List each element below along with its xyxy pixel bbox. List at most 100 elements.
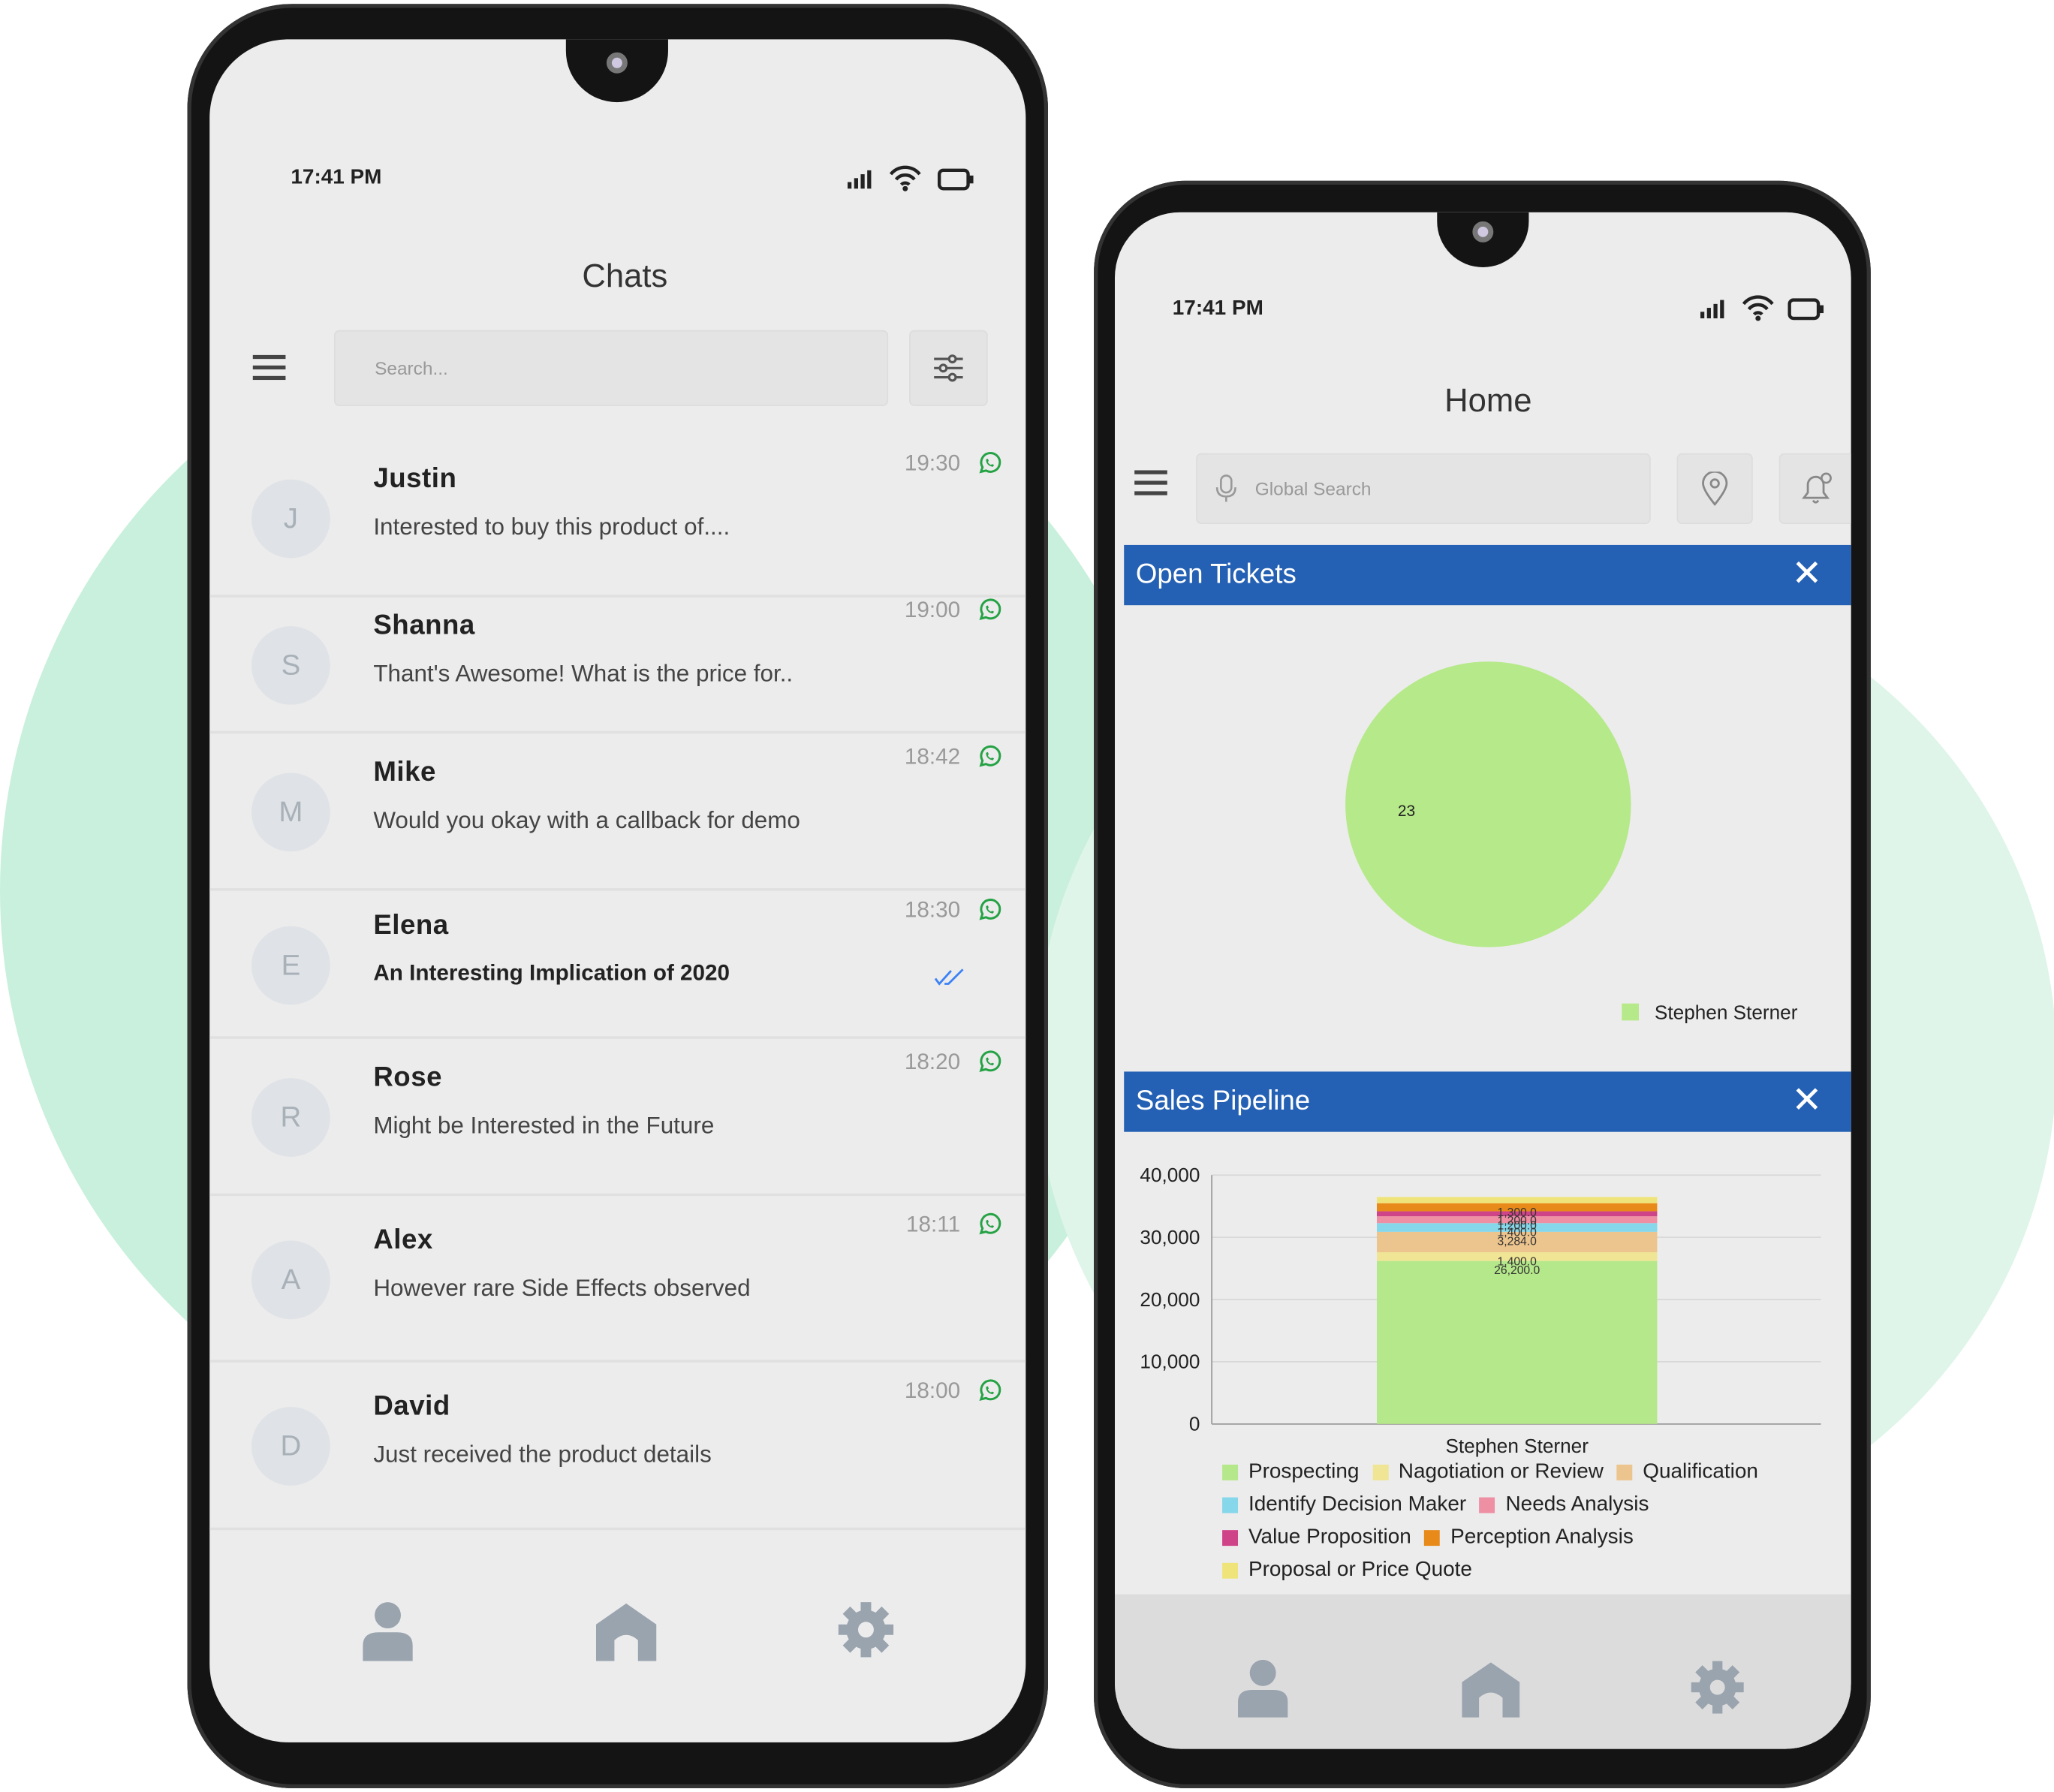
contact-name: Shanna bbox=[373, 610, 475, 641]
bell-icon bbox=[1802, 472, 1832, 504]
message-time: 19:30 bbox=[904, 450, 961, 475]
search-input[interactable]: Search... bbox=[333, 330, 889, 406]
chat-list-item[interactable]: D David Just received the product detail… bbox=[209, 1363, 1026, 1531]
open-tickets-title: Open Tickets bbox=[1135, 559, 1297, 590]
global-search-input[interactable]: Global Search bbox=[1196, 453, 1651, 524]
search-placeholder: Global Search bbox=[1254, 477, 1372, 499]
chat-list-item[interactable]: A Alex However rare Side Effects observe… bbox=[209, 1196, 1026, 1363]
legend-swatch bbox=[1222, 1464, 1239, 1480]
message-preview: Might be Interested in the Future bbox=[373, 1112, 715, 1139]
message-time: 18:42 bbox=[904, 744, 961, 770]
contact-name: Alex bbox=[373, 1224, 433, 1254]
status-time: 17:41 PM bbox=[1172, 297, 1263, 320]
gear-icon[interactable] bbox=[837, 1601, 895, 1658]
legend-label: Prospecting bbox=[1248, 1459, 1360, 1483]
sales-pipeline-header: Sales Pipeline ✕ bbox=[1124, 1071, 1851, 1132]
read-ticks-icon bbox=[934, 968, 964, 985]
legend-item[interactable]: Qualification bbox=[1616, 1460, 1758, 1483]
legend-swatch bbox=[1372, 1464, 1388, 1480]
legend-swatch bbox=[1222, 1496, 1239, 1513]
notch bbox=[1437, 212, 1529, 267]
message-preview: Interested to buy this product of.... bbox=[373, 513, 730, 540]
microphone-icon[interactable] bbox=[1215, 474, 1236, 503]
legend-label: Needs Analysis bbox=[1505, 1492, 1649, 1516]
bottom-nav bbox=[209, 1585, 1025, 1703]
avatar: S bbox=[251, 626, 330, 705]
menu-icon[interactable] bbox=[252, 348, 286, 387]
y-tick-label: 10,000 bbox=[1140, 1351, 1200, 1373]
location-button[interactable] bbox=[1676, 453, 1753, 524]
pie-slice-label: 23 bbox=[1398, 803, 1415, 820]
legend-item[interactable]: Identify Decision Maker bbox=[1222, 1492, 1466, 1516]
legend-item[interactable]: Perception Analysis bbox=[1424, 1525, 1634, 1549]
legend-row: Proposal or Price Quote bbox=[1222, 1554, 1838, 1587]
chat-list-item[interactable]: R Rose Might be Interested in the Future… bbox=[209, 1039, 1026, 1197]
chats-screen: 17:41 PM Chats Search... J Justin Intere… bbox=[209, 39, 1026, 1742]
legend-item[interactable]: Value Proposition bbox=[1222, 1525, 1411, 1549]
legend-label: Identify Decision Maker bbox=[1248, 1492, 1467, 1516]
contact-name: Mike bbox=[373, 757, 436, 788]
status-icons bbox=[848, 165, 974, 191]
y-tick-label: 40,000 bbox=[1140, 1164, 1200, 1186]
legend-label: Nagotiation or Review bbox=[1398, 1459, 1604, 1483]
whatsapp-icon bbox=[979, 1050, 1001, 1073]
legend-row: Identify Decision Maker Needs Analysis bbox=[1222, 1488, 1838, 1521]
legend-label: Proposal or Price Quote bbox=[1248, 1558, 1472, 1581]
y-tick-label: 30,000 bbox=[1140, 1226, 1200, 1248]
user-icon[interactable] bbox=[1236, 1659, 1289, 1718]
user-icon[interactable] bbox=[360, 1601, 415, 1661]
home-icon[interactable] bbox=[593, 1601, 658, 1661]
contact-name: Elena bbox=[373, 909, 449, 941]
legend-label: Value Proposition bbox=[1248, 1525, 1411, 1548]
legend-row: Prospecting Nagotiation or Review Qualific… bbox=[1222, 1456, 1838, 1489]
whatsapp-icon bbox=[979, 898, 1001, 920]
message-time: 19:00 bbox=[904, 597, 961, 622]
message-time: 18:20 bbox=[904, 1049, 961, 1074]
legend-swatch bbox=[1222, 1529, 1239, 1546]
legend-item[interactable]: Proposal or Price Quote bbox=[1222, 1559, 1472, 1582]
contact-name: David bbox=[373, 1391, 450, 1422]
message-time: 18:30 bbox=[904, 896, 961, 922]
bar-segment[interactable] bbox=[1376, 1197, 1658, 1203]
legend-swatch bbox=[1479, 1496, 1495, 1513]
legend-item[interactable]: Nagotiation or Review bbox=[1372, 1460, 1604, 1483]
chat-list-item[interactable]: M Mike Would you okay with a callback fo… bbox=[209, 733, 1026, 891]
sliders-icon bbox=[934, 354, 963, 382]
x-tick-label: Stephen Sterner bbox=[1445, 1435, 1589, 1457]
gear-icon[interactable] bbox=[1690, 1660, 1745, 1715]
contact-name: Justin bbox=[373, 462, 457, 493]
open-tickets-header: Open Tickets ✕ bbox=[1124, 544, 1851, 606]
avatar: M bbox=[251, 773, 330, 852]
bottom-nav bbox=[1114, 1594, 1851, 1749]
status-icons bbox=[1700, 295, 1824, 321]
pie-slice[interactable] bbox=[1345, 661, 1631, 947]
home-icon[interactable] bbox=[1459, 1660, 1522, 1718]
legend-item[interactable]: Prospecting bbox=[1222, 1460, 1359, 1483]
chat-list-item[interactable]: E Elena An Interesting Implication of 20… bbox=[209, 891, 1026, 1039]
notifications-button[interactable] bbox=[1778, 453, 1851, 524]
y-tick-label: 20,000 bbox=[1140, 1288, 1200, 1311]
avatar: J bbox=[251, 478, 330, 558]
bar-segment-label: 1,300.0 bbox=[1498, 1206, 1537, 1219]
message-preview: Thant's Awesome! What is the price for.. bbox=[373, 660, 794, 687]
message-preview: Just received the product details bbox=[373, 1441, 712, 1468]
page-title: Chats bbox=[582, 258, 668, 295]
menu-icon[interactable] bbox=[1134, 464, 1167, 502]
whatsapp-icon bbox=[979, 1379, 1001, 1402]
close-icon[interactable]: ✕ bbox=[1791, 1081, 1822, 1119]
chat-list-item[interactable]: S Shanna Thant's Awesome! What is the pr… bbox=[209, 597, 1026, 734]
bar-segment[interactable] bbox=[1376, 1260, 1658, 1424]
open-tickets-pie-chart: 23 Stephen Sterner bbox=[1345, 661, 1798, 1024]
legend-label: Qualification bbox=[1643, 1459, 1758, 1483]
legend-swatch bbox=[1222, 1562, 1239, 1578]
location-pin-icon bbox=[1702, 471, 1728, 506]
chat-list-item[interactable]: J Justin Interested to buy this product … bbox=[209, 439, 1026, 598]
legend-item[interactable]: Needs Analysis bbox=[1479, 1492, 1649, 1516]
sales-pipeline-bar-chart: 010,00020,00030,00040,00026,200.01,400.0… bbox=[1140, 1164, 1821, 1457]
whatsapp-icon bbox=[979, 1212, 1001, 1234]
bar-segment-label: 1,400.0 bbox=[1498, 1255, 1537, 1268]
whatsapp-icon bbox=[979, 451, 1001, 473]
filter-button[interactable] bbox=[909, 330, 988, 406]
close-icon[interactable]: ✕ bbox=[1791, 555, 1822, 592]
message-time: 18:11 bbox=[906, 1211, 961, 1236]
